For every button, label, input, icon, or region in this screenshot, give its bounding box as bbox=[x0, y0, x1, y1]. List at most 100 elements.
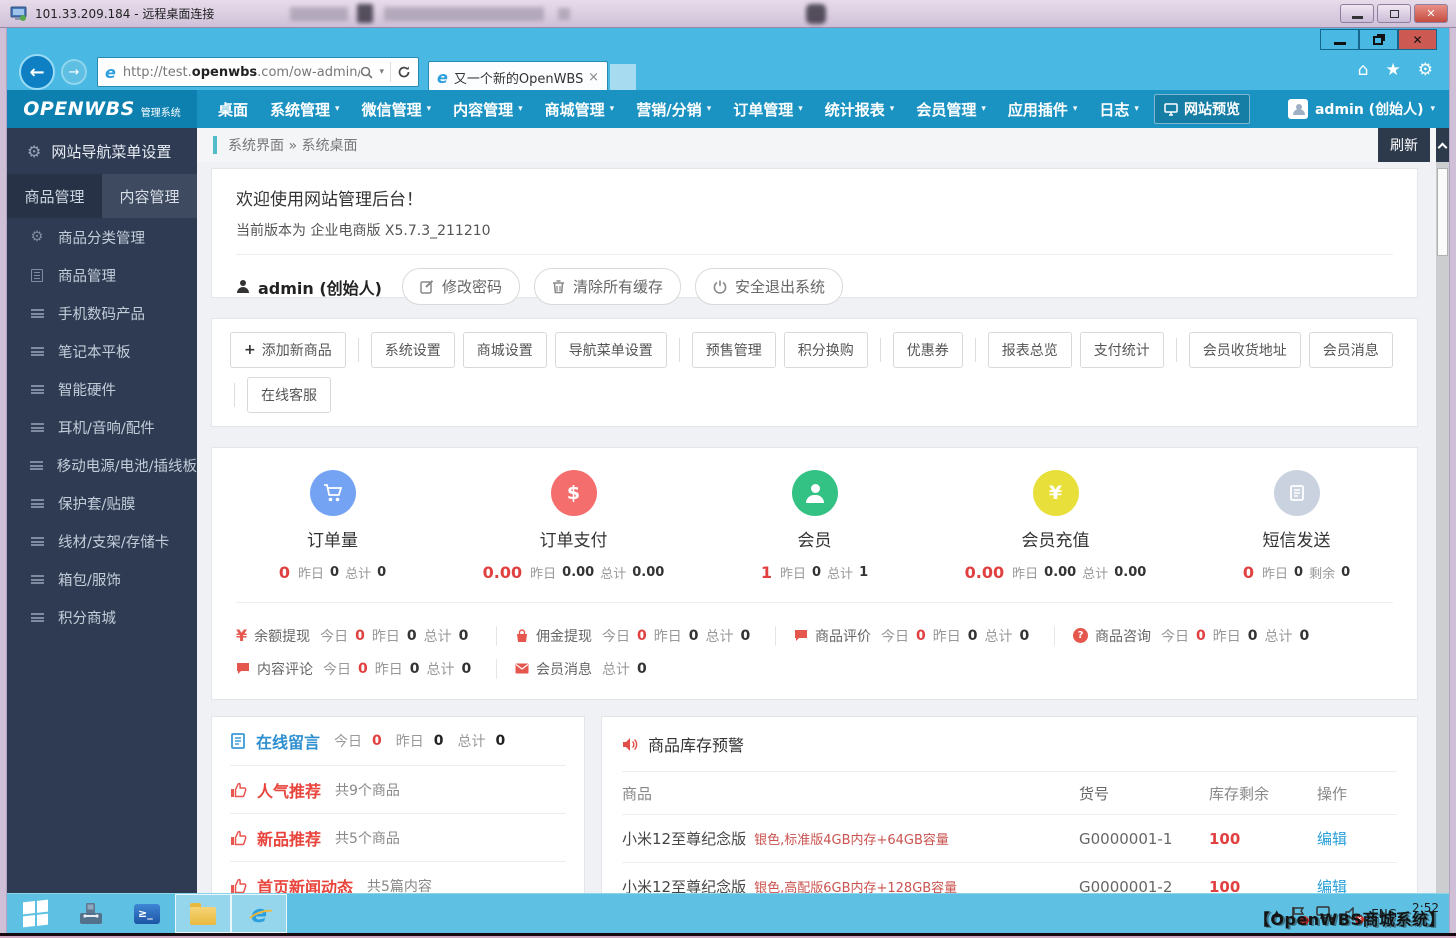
site-preview-button[interactable]: 网站预览 bbox=[1153, 94, 1250, 124]
clear-cache-button[interactable]: 清除所有缓存 bbox=[534, 268, 682, 305]
watermark-text: 【OpenWBS商城系统】 bbox=[1253, 910, 1445, 929]
sidebar-item-laptops[interactable]: 笔记本平板 bbox=[7, 332, 197, 370]
tab-close-icon[interactable]: × bbox=[588, 70, 599, 85]
guestbook-row[interactable]: 在线留言 今日 0 昨日 0 总计 0 bbox=[230, 717, 566, 765]
home-icon[interactable]: ⌂ bbox=[1358, 60, 1369, 80]
sidebar-tab-content[interactable]: 内容管理 bbox=[102, 174, 197, 218]
chevron-down-icon: ▾ bbox=[1430, 104, 1435, 114]
sidebar-item-category-manage[interactable]: ⚙ 商品分类管理 bbox=[7, 218, 197, 256]
rdp-title: 101.33.209.184 - 远程桌面连接 bbox=[35, 7, 215, 21]
list-icon bbox=[29, 422, 45, 432]
quick-link-presale[interactable]: 预售管理 bbox=[691, 332, 776, 368]
sidebar-item-product-manage[interactable]: 商品管理 bbox=[7, 256, 197, 294]
rdp-minimize-button[interactable] bbox=[1340, 4, 1374, 23]
menu-item-desktop[interactable]: 桌面 bbox=[207, 90, 259, 128]
add-product-button[interactable]: + 添加新商品 bbox=[230, 332, 346, 368]
main-menu: 桌面 系统管理 ▾ 微信管理 ▾ 内容管理 ▾ 商城管理 ▾ 营销/分销 ▾ 订单管理 ▾ … bbox=[197, 90, 1250, 128]
rdp-close-button[interactable]: ✕ bbox=[1414, 4, 1448, 23]
home-news-row[interactable]: 首页新闻动态 共5篇内容 bbox=[230, 861, 566, 893]
sidebar-item-points-mall[interactable]: 积分商城 bbox=[7, 598, 197, 636]
start-button[interactable] bbox=[7, 894, 63, 933]
browser-restore-button[interactable] bbox=[1359, 29, 1398, 50]
file-explorer-button[interactable] bbox=[175, 894, 231, 933]
chevron-down-icon: ▾ bbox=[889, 104, 895, 114]
quick-link-points-exchange[interactable]: 积分换购 bbox=[783, 332, 868, 368]
quick-link-mall-settings[interactable]: 商城设置 bbox=[462, 332, 547, 368]
sidebar-item-power[interactable]: 移动电源/电池/插线板 bbox=[7, 446, 197, 484]
scroll-up-button[interactable] bbox=[1436, 128, 1449, 162]
list-icon bbox=[29, 346, 45, 356]
refresh-icon[interactable] bbox=[397, 65, 411, 79]
settings-gear-icon[interactable]: ⚙ bbox=[1418, 60, 1433, 80]
browser-tab[interactable]: e 又一个新的OpenWBS站点... × bbox=[428, 61, 608, 93]
menu-item-marketing[interactable]: 营销/分销 ▾ bbox=[625, 90, 722, 128]
edit-link[interactable]: 编辑 bbox=[1317, 878, 1347, 893]
sidebar-item-cables[interactable]: 线材/支架/存储卡 bbox=[7, 522, 197, 560]
browser-minimize-button[interactable] bbox=[1320, 29, 1359, 50]
internet-explorer-button[interactable]: e bbox=[231, 894, 287, 933]
scrollbar-thumb[interactable] bbox=[1437, 168, 1448, 256]
quick-link-online-service[interactable]: 在线客服 bbox=[247, 377, 331, 413]
background-window-ghost bbox=[558, 8, 570, 20]
menu-item-reports[interactable]: 统计报表 ▾ bbox=[814, 90, 906, 128]
quick-link-system-settings[interactable]: 系统设置 bbox=[370, 332, 455, 368]
hot-recommend-row[interactable]: 人气推荐 共9个商品 bbox=[230, 765, 566, 813]
powershell-button[interactable]: ≥_ bbox=[119, 894, 175, 933]
refresh-button[interactable]: 刷新 bbox=[1378, 128, 1430, 162]
menu-item-members[interactable]: 会员管理 ▾ bbox=[905, 90, 997, 128]
product-variant: 银色,标准版4GB内存+64GB容量 bbox=[754, 833, 949, 848]
new-tab-stub[interactable] bbox=[610, 64, 636, 92]
comment-icon bbox=[236, 662, 250, 675]
search-dropdown-icon[interactable]: ▾ bbox=[379, 67, 384, 77]
browser-forward-button[interactable]: → bbox=[61, 59, 87, 85]
menu-item-plugins[interactable]: 应用插件 ▾ bbox=[997, 90, 1089, 128]
stat-orders: 订单量 0 昨日 0 总计 0 bbox=[212, 470, 453, 582]
yen-icon: ¥ bbox=[1032, 470, 1079, 516]
search-icon[interactable] bbox=[360, 66, 374, 79]
menu-item-logs[interactable]: 日志 ▾ bbox=[1088, 90, 1150, 128]
favorites-star-icon[interactable]: ★ bbox=[1386, 60, 1401, 80]
logout-button[interactable]: 安全退出系统 bbox=[695, 268, 844, 305]
menu-item-system[interactable]: 系统管理 ▾ bbox=[259, 90, 351, 128]
scrollbar[interactable] bbox=[1436, 128, 1449, 893]
quick-link-report-overview[interactable]: 报表总览 bbox=[987, 332, 1072, 368]
page-content: 欢迎使用网站管理后台！ 当前版本为 企业电商版 X5.7.3_211210 ad… bbox=[197, 162, 1436, 893]
folder-icon bbox=[190, 902, 216, 925]
browser-back-button[interactable]: ← bbox=[19, 54, 55, 90]
trash-icon bbox=[552, 279, 565, 294]
sidebar-item-phones[interactable]: 手机数码产品 bbox=[7, 294, 197, 332]
quick-link-coupons[interactable]: 优惠券 bbox=[892, 332, 963, 368]
sidebar-item-cases[interactable]: 保护套/贴膜 bbox=[7, 484, 197, 522]
quick-link-nav-menu-settings[interactable]: 导航菜单设置 bbox=[554, 332, 667, 368]
mini-stat-product-reviews: 商品评价 今日 0 昨日 0 总计 0 bbox=[794, 626, 1054, 646]
quick-link-member-messages[interactable]: 会员消息 bbox=[1308, 332, 1393, 368]
logo: OPENWBS 管理系统 bbox=[7, 90, 197, 128]
menu-item-content[interactable]: 内容管理 ▾ bbox=[442, 90, 534, 128]
rdp-maximize-button[interactable] bbox=[1377, 4, 1411, 23]
menu-item-orders[interactable]: 订单管理 ▾ bbox=[722, 90, 814, 128]
product-name: 小米12至尊纪念版 bbox=[622, 830, 747, 848]
sidebar-item-audio[interactable]: 耳机/音响/配件 bbox=[7, 408, 197, 446]
edit-link[interactable]: 编辑 bbox=[1317, 830, 1347, 848]
user-menu[interactable]: admin (创始人) ▾ bbox=[1287, 90, 1435, 128]
address-bar[interactable]: e http://test.openwbs.com/ow-admin/index… bbox=[97, 57, 419, 87]
sidebar-tab-products[interactable]: 商品管理 bbox=[7, 174, 102, 218]
url-text[interactable]: http://test.openwbs.com/ow-admin/index.a… bbox=[123, 65, 361, 80]
new-recommend-row[interactable]: 新品推荐 共5个商品 bbox=[230, 813, 566, 861]
quick-link-payment-stats[interactable]: 支付统计 bbox=[1079, 332, 1164, 368]
change-password-button[interactable]: 修改密码 bbox=[402, 268, 521, 305]
background-window-ghost bbox=[806, 4, 826, 24]
tab-title: 又一个新的OpenWBS站点... bbox=[453, 72, 584, 87]
menu-item-wechat[interactable]: 微信管理 ▾ bbox=[351, 90, 443, 128]
browser-close-button[interactable]: ✕ bbox=[1398, 29, 1437, 50]
breadcrumb: 系统界面 » 系统桌面 bbox=[228, 138, 358, 154]
menu-item-mall[interactable]: 商城管理 ▾ bbox=[534, 90, 626, 128]
quick-link-member-address[interactable]: 会员收货地址 bbox=[1188, 332, 1301, 368]
edit-icon bbox=[420, 279, 434, 294]
sidebar-item-bags[interactable]: 箱包/服饰 bbox=[7, 560, 197, 598]
sidebar-header[interactable]: ⚙ 网站导航菜单设置 bbox=[7, 128, 197, 174]
sidebar-item-smart-hardware[interactable]: 智能硬件 bbox=[7, 370, 197, 408]
table-row: 小米12至尊纪念版 银色,标准版4GB内存+64GB容量 G0000001-1 1… bbox=[622, 815, 1397, 863]
server-manager-button[interactable] bbox=[63, 894, 119, 933]
page-viewport: OPENWBS 管理系统 桌面 系统管理 ▾ 微信管理 ▾ 内容管理 ▾ 商城管理 ▾ … bbox=[7, 90, 1449, 893]
